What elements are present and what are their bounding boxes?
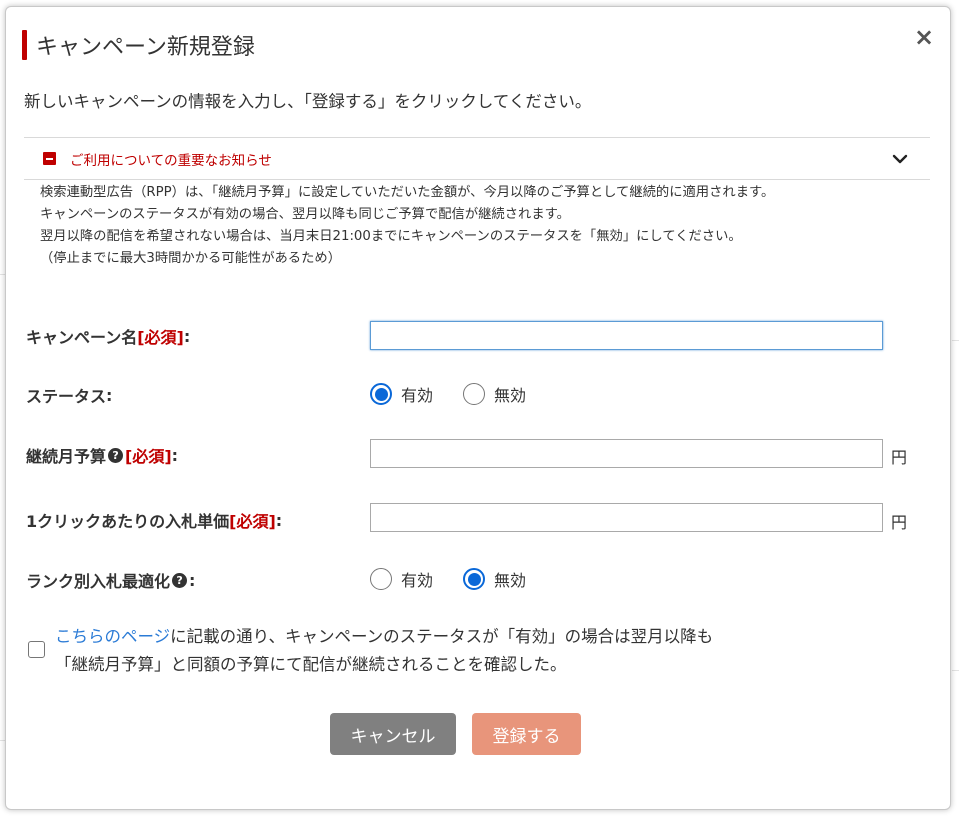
monthly-budget-input[interactable]	[370, 439, 883, 468]
radio-label: 無効	[494, 571, 527, 590]
rank-opt-radio-active[interactable]: 有効	[370, 567, 433, 591]
status-radio-active[interactable]: 有効	[370, 382, 433, 406]
yen-unit: 円	[891, 513, 908, 532]
bid-price-input[interactable]	[370, 503, 883, 532]
label-text: ステータス	[26, 387, 107, 406]
question-circle-icon[interactable]: ?	[172, 572, 188, 588]
notice-line: 翌月以降の配信を希望されない場合は、当月末日21:00までにキャンペーンのステー…	[40, 229, 742, 244]
label-colon: :	[189, 570, 196, 590]
modal-header: キャンペーン新規登録	[22, 29, 255, 61]
label-colon: :	[106, 385, 113, 405]
label-colon: :	[183, 326, 191, 346]
close-icon[interactable]: ×	[911, 24, 937, 50]
notice-line: （停止までに最大3時間かかる可能性があるため）	[40, 251, 341, 266]
radio-unselected-icon[interactable]	[370, 568, 392, 590]
radio-label: 有効	[401, 571, 434, 590]
modal-title: キャンペーン新規登録	[36, 35, 255, 60]
label-text: ランク別入札最適化	[26, 572, 171, 591]
background-divider	[952, 670, 959, 671]
notice-body: 検索連動型広告（RPP）は、「継続月予算」に設定していただいた金額が、今月以降の…	[40, 182, 774, 270]
label-colon: :	[275, 510, 283, 530]
notice-line: キャンペーンのステータスが有効の場合、翌月以降も同じご予算で配信が継続されます。	[40, 207, 570, 222]
radio-selected-icon[interactable]	[370, 383, 392, 405]
label-text: 継続月予算	[26, 447, 107, 466]
campaign-name-input[interactable]	[370, 321, 883, 350]
status-label: ステータス :	[26, 383, 112, 407]
bid-price-label: 1クリックあたりの入札単価 [必須] :	[26, 508, 282, 532]
rank-optimization-label: ランク別入札最適化 ? :	[26, 568, 195, 592]
campaign-name-label: キャンペーン名 [必須] :	[26, 324, 190, 348]
minus-square-icon	[43, 152, 56, 165]
notice-title: ご利用についての重要なお知らせ	[70, 152, 272, 169]
label-colon: :	[171, 445, 179, 465]
intro-text: 新しいキャンペーンの情報を入力し、「登録する」をクリックしてください。	[24, 92, 592, 111]
label-text: キャンペーン名	[26, 328, 138, 347]
info-page-link[interactable]: こちらのページ	[55, 627, 170, 646]
notice-line: 検索連動型広告（RPP）は、「継続月予算」に設定していただいた金額が、今月以降の…	[40, 185, 775, 200]
required-mark: [必須]	[125, 447, 172, 466]
status-radio-group: 有効 無効	[370, 382, 556, 406]
background-divider	[952, 340, 959, 341]
cancel-button[interactable]: キャンセル	[330, 713, 456, 755]
radio-selected-icon[interactable]	[463, 568, 486, 590]
required-mark: [必須]	[137, 328, 184, 347]
submit-button[interactable]: 登録する	[472, 713, 581, 755]
confirm-checkbox[interactable]	[28, 641, 45, 658]
rank-opt-radio-group: 有効 無効	[370, 567, 556, 591]
label-text: 1クリックあたりの入札単価	[26, 512, 230, 531]
rank-opt-radio-inactive[interactable]: 無効	[463, 567, 526, 591]
notice-toggle[interactable]: ご利用についての重要なお知らせ	[24, 137, 930, 180]
required-mark: [必須]	[229, 512, 276, 531]
yen-unit: 円	[891, 448, 908, 467]
campaign-register-modal	[5, 6, 951, 810]
title-accent-bar	[22, 30, 27, 60]
question-circle-icon[interactable]: ?	[108, 447, 124, 463]
radio-unselected-icon[interactable]	[463, 383, 486, 405]
status-radio-inactive[interactable]: 無効	[463, 382, 526, 406]
monthly-budget-label: 継続月予算 ? [必須] :	[26, 443, 178, 467]
radio-label: 無効	[494, 386, 527, 405]
confirm-text: こちらのページに記載の通り、キャンペーンのステータスが「有効」の場合は翌月以降も…	[55, 623, 735, 679]
chevron-down-icon[interactable]	[886, 145, 914, 173]
radio-label: 有効	[401, 386, 434, 405]
